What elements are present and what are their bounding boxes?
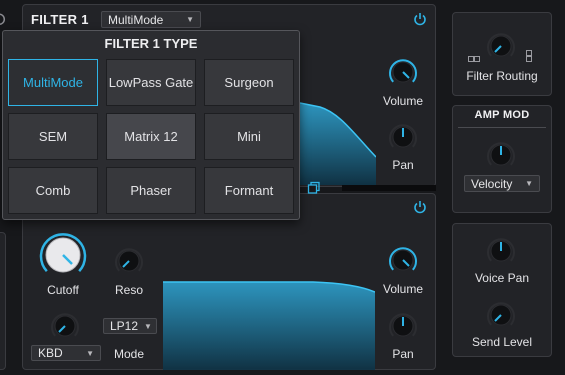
left-edge-panel xyxy=(0,232,6,370)
filter-type-option-formant[interactable]: Formant xyxy=(204,167,294,214)
filter2-cutoff-label: Cutoff xyxy=(47,283,79,297)
amp-mod-divider xyxy=(458,127,546,128)
filter2-kbd-dropdown[interactable]: KBD ▼ xyxy=(31,345,101,361)
send-level-knob[interactable] xyxy=(486,300,516,330)
filter2-volume-knob[interactable] xyxy=(388,245,418,275)
filter1-response-graph xyxy=(300,102,376,185)
chevron-down-icon: ▼ xyxy=(525,179,533,188)
filter-routing-knob[interactable] xyxy=(486,31,516,61)
amp-mod-knob[interactable] xyxy=(486,140,516,170)
filter-type-option-lowpass-gate[interactable]: LowPass Gate xyxy=(106,59,196,106)
filter-routing-label: Filter Routing xyxy=(466,69,538,83)
filter2-kbd-knob[interactable] xyxy=(50,311,80,341)
filter2-mode-label: Mode xyxy=(113,347,145,361)
filter-type-option-comb[interactable]: Comb xyxy=(8,167,98,214)
filter1-pan-label: Pan xyxy=(392,158,414,172)
filter1-type-dropdown[interactable]: MultiMode ▼ xyxy=(101,11,201,28)
chevron-down-icon: ▼ xyxy=(186,15,194,24)
filter-type-option-phaser[interactable]: Phaser xyxy=(106,167,196,214)
filter2-cutoff-knob[interactable] xyxy=(39,231,87,279)
filter2-response-graph xyxy=(163,281,375,370)
routing-indicator xyxy=(526,56,532,62)
filter1-title: FILTER 1 xyxy=(31,12,89,27)
amp-mod-source-value: Velocity xyxy=(471,176,513,191)
amp-mod-title: AMP MOD xyxy=(474,109,530,121)
left-edge-icon xyxy=(0,13,5,25)
filter2-reso-knob[interactable] xyxy=(114,246,144,276)
voice-pan-label: Voice Pan xyxy=(474,271,530,285)
routing-indicator xyxy=(474,56,480,62)
filter2-pan-label: Pan xyxy=(392,347,414,361)
filter-type-option-multimode[interactable]: MultiMode xyxy=(8,59,98,106)
power-icon[interactable] xyxy=(413,12,427,26)
filter1-volume-knob[interactable] xyxy=(388,57,418,87)
filter-type-option-matrix-12[interactable]: Matrix 12 xyxy=(106,113,196,160)
send-level-label: Send Level xyxy=(471,335,533,349)
amp-mod-source-dropdown[interactable]: Velocity ▼ xyxy=(464,175,540,192)
power-icon[interactable] xyxy=(413,200,427,214)
voice-pan-knob[interactable] xyxy=(486,236,516,266)
chevron-down-icon: ▼ xyxy=(144,321,152,331)
copy-icon[interactable] xyxy=(307,181,321,195)
filter2-mode-dropdown[interactable]: LP12 ▼ xyxy=(103,318,157,334)
chevron-down-icon: ▼ xyxy=(86,348,94,358)
filter-type-option-surgeon[interactable]: Surgeon xyxy=(204,59,294,106)
filter2-mode-value: LP12 xyxy=(110,319,139,333)
filter2-kbd-value: KBD xyxy=(38,346,63,360)
filter2-pan-knob[interactable] xyxy=(388,311,418,341)
popup-title: FILTER 1 TYPE xyxy=(104,36,198,51)
filter-type-option-sem[interactable]: SEM xyxy=(8,113,98,160)
filter1-type-value: MultiMode xyxy=(108,12,164,27)
filter1-volume-label: Volume xyxy=(382,94,424,108)
filter2-reso-label: Reso xyxy=(114,283,143,297)
filter1-graph-baseline xyxy=(342,185,436,191)
filter2-volume-label: Volume xyxy=(382,282,424,296)
filter1-type-popup: FILTER 1 TYPE MultiMode LowPass Gate Surge… xyxy=(2,30,300,220)
filter-type-option-mini[interactable]: Mini xyxy=(204,113,294,160)
filter1-pan-knob[interactable] xyxy=(388,122,418,152)
